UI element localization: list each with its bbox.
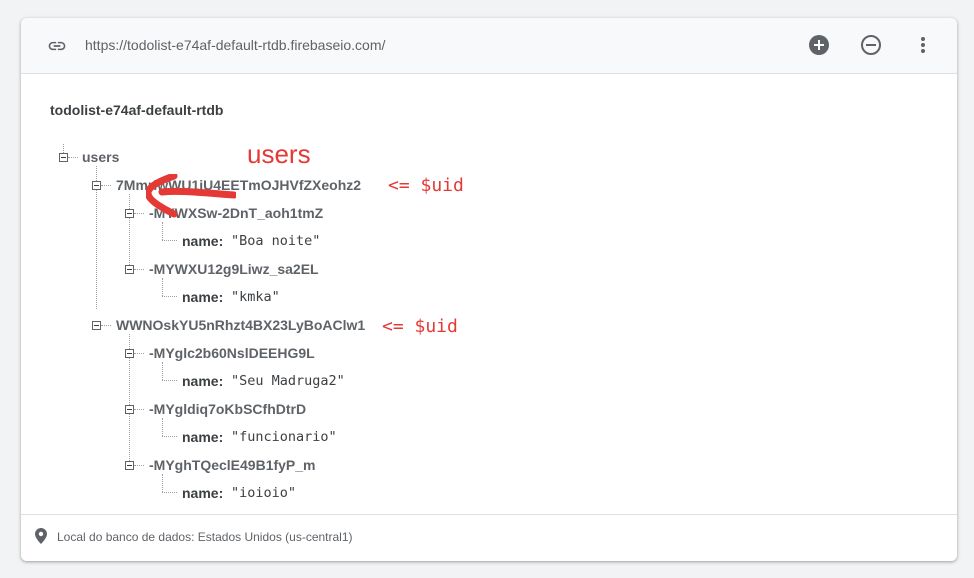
url-bar: https://todolist-e74af-default-rtdb.fire… [21,18,957,74]
task-collapse-toggle[interactable] [125,349,134,358]
root-node-key[interactable]: todolist-e74af-default-rtdb [50,102,223,118]
field-value[interactable]: "Boa noite" [231,233,320,249]
location-pin-icon [35,528,47,544]
tree-connector [162,380,177,381]
more-vert-icon[interactable] [911,33,935,57]
tree-connector [162,474,163,492]
tree-connector [129,194,130,269]
uid2-node-key[interactable]: WWNOskYU5nRhzt4BX23LyBoAClw1 [116,317,365,333]
tree-connector [134,213,144,214]
field-key[interactable]: name: [182,233,223,249]
field-key[interactable]: name: [182,485,223,501]
tree-connector [162,492,177,493]
tree-connector [134,353,144,354]
field-value[interactable]: "funcionario" [231,429,337,445]
tree-connector [101,185,111,186]
tree-connector [134,465,144,466]
database-location-text: Local do banco de dados: Estados Unidos … [57,530,353,544]
tree-connector [162,436,177,437]
minus-circle-icon[interactable] [859,33,883,57]
footer: Local do banco de dados: Estados Unidos … [21,514,957,561]
tree-connector [134,269,144,270]
task-collapse-toggle[interactable] [125,405,134,414]
database-card: https://todolist-e74af-default-rtdb.fire… [21,18,957,561]
task-collapse-toggle[interactable] [125,209,134,218]
annotation-uid-label: <= $uid [388,175,464,196]
field-key[interactable]: name: [182,429,223,445]
field-value[interactable]: "kmka" [231,289,280,305]
database-url[interactable]: https://todolist-e74af-default-rtdb.fire… [85,37,385,53]
task-collapse-toggle[interactable] [125,265,134,274]
field-key[interactable]: name: [182,289,223,305]
uid2-collapse-toggle[interactable] [92,321,101,330]
tree-connector [162,418,163,436]
tree-connector [162,362,163,380]
field-value[interactable]: "ioioio" [231,485,296,501]
field-value[interactable]: "Seu Madruga2" [231,373,345,389]
task-node-key[interactable]: -MYWXU12g9Liwz_sa2EL [149,261,319,277]
tree-connector [162,222,163,240]
field-key[interactable]: name: [182,373,223,389]
task-node-key[interactable]: -MYghTQeclE49B1fyP_m [149,457,316,473]
link-icon [48,41,66,51]
tree-connector [162,240,177,241]
uid1-collapse-toggle[interactable] [92,181,101,190]
task-node-key[interactable]: -MYglc2b60NslDEEHG9L [149,345,315,361]
annotation-uid-label: <= $uid [382,316,458,337]
tree-connector [101,325,111,326]
tree-connector [162,278,163,296]
annotation-arrow [146,174,236,218]
tree-connector [63,144,64,153]
task-node-key[interactable]: -MYgldiq7oKbSCfhDtrD [149,401,306,417]
annotation-users-label: users [247,139,311,169]
tree-connector [134,409,144,410]
tree-connector [68,157,78,158]
users-node-key[interactable]: users [82,149,119,165]
tree-connector [162,296,177,297]
users-collapse-toggle[interactable] [59,153,68,162]
plus-circle-icon[interactable] [807,33,831,57]
task-collapse-toggle[interactable] [125,461,134,470]
data-tree: todolist-e74af-default-rtdb users 7Mmriw… [21,74,957,514]
